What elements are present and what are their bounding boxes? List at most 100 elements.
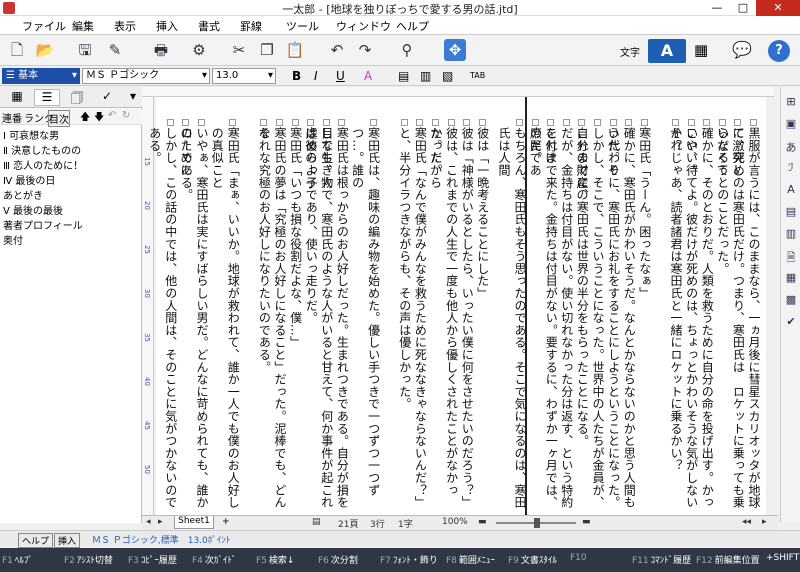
zoom-icon[interactable]: ⊞ [784, 95, 798, 108]
fkey-f10[interactable]: F10 [570, 553, 589, 567]
zoom-out-button[interactable]: ▬ [478, 517, 487, 527]
text-column[interactable]: 彼は「一晩考えることにした」 [475, 127, 491, 299]
outline-item[interactable]: 奥付 [3, 232, 23, 247]
text-column[interactable]: 寒田氏の夢は「究極のお人好しになること」だった。泥棒でも、どんな [257, 127, 288, 515]
close-button[interactable]: ✕ [756, 0, 800, 16]
menu-help[interactable]: ヘルプ [396, 18, 429, 34]
bold-button[interactable]: B [292, 69, 301, 83]
open-folder-icon[interactable]: 📂 [34, 39, 56, 61]
outline-item[interactable]: Ⅲ 恋人のために！ [3, 157, 83, 172]
print-icon[interactable]: 🖶 [150, 39, 172, 61]
text-icon[interactable]: あ [784, 139, 798, 155]
list-icon[interactable]: ▤ [784, 205, 798, 218]
help-toggle[interactable]: ヘルプ [18, 533, 54, 548]
maximize-button[interactable]: □ [730, 0, 756, 16]
horizontal-ruler[interactable] [142, 87, 774, 97]
jump-icon[interactable]: ✥ [444, 39, 466, 61]
sheet-nav-first[interactable]: ◂ [146, 517, 151, 527]
fkey-f9[interactable]: F9 文書ｽﾀｲﾙ [508, 553, 557, 567]
page-display-icon[interactable]: ▤ [312, 517, 321, 527]
outline-item[interactable]: Ⅳ 最後の日 [3, 172, 55, 187]
style-menu[interactable]: ☰ 基本 ▾ [2, 68, 80, 84]
document-area[interactable]: 黒服が言うには、このままなら、一ヵ月後に彗星スカリオッタが地球に激突し て、死めの… [148, 97, 766, 515]
text-column[interactable]: 確かに、寒田氏がかわいそうだ。なんとかならないのかと思う人間もいた。そ [606, 127, 637, 515]
minimize-button[interactable]: — [704, 0, 730, 16]
help-button[interactable]: ? [768, 40, 790, 62]
text-column[interactable]: 寒田氏「いつも損な役割だよな、僕…」 [288, 127, 304, 348]
comment-icon[interactable]: 💬 [732, 40, 752, 59]
underline-button[interactable]: U [336, 69, 345, 83]
text-column[interactable]: もちろん、寒田氏もそう思ったのである。そこで気になるのは、寒田氏は人間 [497, 127, 528, 515]
edit-document-icon[interactable]: ✎ [104, 39, 126, 61]
outline-icon[interactable]: ☰ [34, 89, 60, 106]
scroll-right-button[interactable]: ▸ [762, 517, 767, 527]
fkey-f11[interactable]: F11 ｺﾏﾝﾄﾞ履歴 [632, 553, 691, 567]
pages-icon[interactable]: ▥ [784, 227, 798, 240]
outline-item[interactable]: あとがき [3, 187, 43, 202]
text-column[interactable]: それな究極のお人好しになりたいのである。 [256, 127, 272, 373]
fkey-f7[interactable]: F7 ﾌｫﾝﾄ・飾り [380, 553, 438, 567]
text-column[interactable]: かった。 [428, 127, 444, 176]
text-column[interactable]: て、死めのは寒田氏だけ。つまり、寒田氏は ロケットに乗っても乗らなくて [715, 127, 746, 515]
scroll-left-button[interactable]: ◂◂ [742, 517, 751, 527]
zoom-level[interactable]: 100% [442, 517, 468, 527]
down-arrow-icon[interactable]: 🡇 [94, 110, 104, 127]
menu-ruled-line[interactable]: 罫線 [240, 18, 262, 34]
font-size-select[interactable]: 13.0 ▾ [212, 68, 276, 84]
text-column[interactable]: 寒田氏「なんで僕がみんなを救うために死ななきゃならないんだ？」 [412, 127, 428, 508]
fkey-f5[interactable]: F5 検索↓ [256, 553, 294, 567]
save-icon[interactable]: 🖫 [74, 39, 96, 61]
outline-item[interactable]: Ⅰ 可哀想な男 [3, 127, 59, 142]
checkmark-icon[interactable]: ✔ [784, 315, 798, 328]
fkey-f4[interactable]: F4 次ｶﾞｲﾄﾞ [192, 553, 236, 567]
fkey-f12[interactable]: F12 前編集位置 [696, 553, 760, 567]
undo-icon[interactable]: ↶ [326, 39, 348, 61]
up-arrow-icon[interactable]: 🡅 [80, 110, 90, 127]
menu-tools[interactable]: ツール [286, 18, 319, 34]
undo-icon[interactable]: ↶ [108, 110, 116, 121]
redo-icon[interactable]: ↷ [354, 39, 376, 61]
add-sheet-button[interactable]: + [222, 517, 230, 527]
fkey-f2[interactable]: F2 ｱｼｽﾄ切替 [64, 553, 113, 567]
palette-icon[interactable]: ▣ [784, 117, 798, 130]
menu-view[interactable]: 表示 [114, 18, 136, 34]
outline-item[interactable]: 著者プロフィール [3, 217, 83, 232]
text-column[interactable]: いやぁ、寒田氏は実にすばらしい男だ。どんなに苛められても、誰かのために [179, 127, 210, 515]
table-icon[interactable]: ▦ [694, 41, 708, 59]
menu-insert[interactable]: 挿入 [156, 18, 178, 34]
align-icon[interactable]: ▤ [398, 69, 409, 83]
format-icon[interactable]: ℐ [784, 161, 798, 174]
fkey-f6[interactable]: F6 次分割 [318, 553, 358, 567]
font-select[interactable]: ＭＳ Ｐゴシック ▾ [82, 68, 210, 84]
text-column[interactable]: いだろうとのことだった。 [715, 127, 731, 275]
text-column[interactable]: 彼は、これまでの人生で一度も他人から優しくされたことがなかった。だから [429, 127, 460, 515]
fkey-f1[interactable]: F1 ﾍﾙﾌﾟ [2, 553, 33, 567]
tab-button[interactable]: TAB [470, 71, 485, 80]
text-column[interactable]: これまで来た。金持ちは付目がない。要するに、わずか一ヶ月では、庶民であ [528, 127, 559, 515]
menu-format[interactable]: 書式 [198, 18, 220, 34]
italic-button[interactable]: I [314, 69, 318, 83]
layout-icon[interactable]: ▦ [784, 271, 798, 284]
zoom-in-button[interactable]: ▬ [582, 517, 591, 527]
text-column[interactable]: 寒田氏は根っからのお人好しだった。生まれつきである。自分が損をしても、人 [319, 127, 350, 515]
text-column[interactable]: いや、待てよ。彼だけが死めのは、ちょっとかわいそうな気がしないか？ [669, 127, 700, 515]
text-column[interactable]: 寒田氏「まぁ、いいか。地球が救われて、誰か一人でも僕のお人好しの真似こと [210, 127, 241, 515]
text-column[interactable]: 虐めらっ子であり、使いっ走りだ。 [303, 127, 319, 324]
text-mode-button[interactable]: A [648, 39, 686, 63]
text-column[interactable]: 寒田氏は、趣味の編み物を始めた。優しい手つきで一つずつ一つずつ…。誰の [351, 127, 382, 515]
insert-mode[interactable]: 挿入 [54, 533, 81, 548]
zoom-slider-thumb[interactable] [534, 518, 540, 528]
font-color-button[interactable]: A [364, 69, 372, 83]
cut-icon[interactable]: ✂ [228, 39, 250, 61]
text-column[interactable]: だが、金持ちは付目がない。使い切れなかった分は返す、という特約を付け [544, 127, 575, 515]
grid-icon[interactable]: ▩ [784, 293, 798, 306]
text-column[interactable]: 寒田氏「うーん。困ったなぁ」 [637, 127, 653, 299]
text-column[interactable]: 目な生き物で、寒田氏のような人がいると甘えて、何か事件が起これは彼のよう [304, 127, 335, 515]
text-column[interactable]: ローである。 [178, 127, 194, 201]
copy-icon[interactable]: ❐ [256, 39, 278, 61]
new-document-icon[interactable]: 🗋 [6, 39, 28, 61]
refresh-icon[interactable]: ↻ [122, 110, 130, 121]
fkey-f3[interactable]: F3 ｺﾋﾟｰ履歴 [128, 553, 177, 567]
tab-toc[interactable]: 目次 [48, 110, 70, 127]
tab-numbering[interactable]: 連番 [2, 110, 22, 125]
